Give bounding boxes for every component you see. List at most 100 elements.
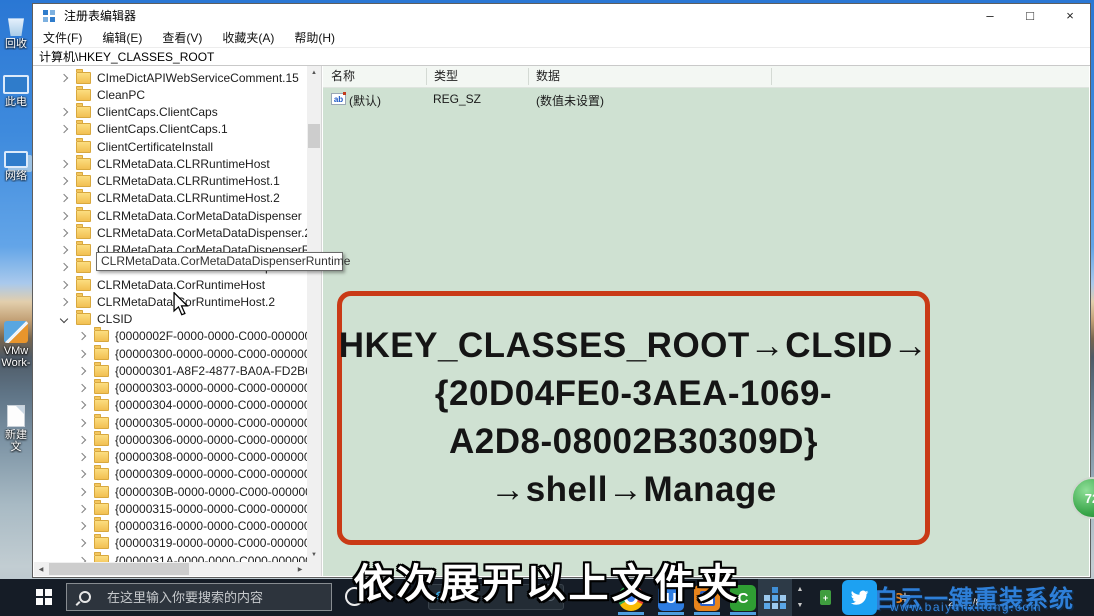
chevron-right-icon[interactable] (60, 229, 68, 237)
tree-item-label: CLRMetaData.CorMetaDataDispenser.2 (97, 226, 307, 240)
chevron-right-icon[interactable] (78, 539, 86, 547)
tree-item[interactable]: ClientCaps.ClientCaps (34, 104, 307, 121)
chevron-right-icon[interactable] (60, 263, 68, 271)
close-button[interactable]: × (1050, 4, 1090, 27)
menu-item-1[interactable]: 编辑(E) (102, 29, 142, 46)
menu-item-4[interactable]: 帮助(H) (294, 29, 335, 46)
column-divider[interactable] (426, 68, 427, 85)
chevron-right-icon[interactable] (78, 522, 86, 530)
tree-item[interactable]: {00000305-0000-0000-C000-00000000 (34, 414, 307, 431)
chevron-right-icon[interactable] (78, 332, 86, 340)
folder-icon (94, 486, 109, 498)
menu-item-0[interactable]: 文件(F) (43, 29, 82, 46)
tree-item[interactable]: CLRMetaData.CLRRuntimeHost (34, 155, 307, 172)
callout-line: HKEY_CLASSES_ROOT→CLSID→ (339, 326, 929, 366)
chevron-right-icon[interactable] (78, 384, 86, 392)
tree-item[interactable]: CImeDictAPIWebServiceComment.15 (34, 69, 307, 86)
chevron-right-icon[interactable] (78, 418, 86, 426)
running-app-indicator (658, 612, 684, 615)
folder-icon (76, 313, 91, 325)
scroll-up-icon[interactable]: ▲ (307, 66, 321, 80)
desktop-icon-vmware-workstation[interactable]: VMw Work- (1, 313, 31, 369)
tree-item-label: CLRMetaData.CorMetaDataDispenser (97, 209, 302, 223)
tree-item[interactable]: {00000316-0000-0000-C000-00000000 (34, 518, 307, 535)
tree-item-label: ClientCaps.ClientCaps (97, 105, 218, 119)
maximize-button[interactable]: □ (1010, 4, 1050, 27)
column-data[interactable]: 数据 (528, 66, 771, 87)
folder-icon (76, 279, 91, 291)
tree-item[interactable]: CLRMetaData.CorRuntimeHost.2 (34, 293, 307, 310)
menu-item-2[interactable]: 查看(V) (162, 29, 202, 46)
chevron-right-icon[interactable] (78, 401, 86, 409)
chevron-down-icon[interactable] (60, 315, 68, 323)
folder-icon (94, 503, 109, 515)
tree-item-label: {00000306-0000-0000-C000-00000000 (115, 433, 307, 447)
tree-item[interactable]: {00000319-0000-0000-C000-00000000 (34, 535, 307, 552)
tree-item[interactable]: CLRMetaData.CLRRuntimeHost.2 (34, 190, 307, 207)
folder-icon (94, 451, 109, 463)
chevron-right-icon[interactable] (60, 73, 68, 81)
chevron-right-icon[interactable] (78, 436, 86, 444)
vertical-scroll-thumb[interactable] (308, 124, 320, 148)
chevron-right-icon[interactable] (78, 505, 86, 513)
chevron-right-icon[interactable] (60, 211, 68, 219)
tree-item[interactable]: {00000306-0000-0000-C000-00000000 (34, 431, 307, 448)
chevron-right-icon[interactable] (78, 453, 86, 461)
chevron-right-icon[interactable] (60, 194, 68, 202)
tree-item[interactable]: ClientCaps.ClientCaps.1 (34, 121, 307, 138)
tree-item-label: {00000304-0000-0000-C000-00000000 (115, 398, 307, 412)
chevron-right-icon[interactable] (60, 298, 68, 306)
tree-item[interactable]: ClientCertificateInstall (34, 138, 307, 155)
value-row[interactable]: ab (默认) REG_SZ (数值未设置) (323, 91, 1089, 109)
chevron-right-icon[interactable] (60, 108, 68, 116)
folder-icon (76, 210, 91, 222)
tree-item[interactable]: {00000301-A8F2-4877-BA0A-FD2B6645 (34, 362, 307, 379)
desktop-icon-new-document[interactable]: 新建文 (1, 397, 31, 453)
chevron-right-icon[interactable] (78, 487, 86, 495)
tree-item[interactable]: CLRMetaData.CorMetaDataDispenser (34, 207, 307, 224)
tree-item[interactable]: {00000308-0000-0000-C000-00000000 (34, 449, 307, 466)
tree-item[interactable]: {0000002F-0000-0000-C000-000000000 (34, 328, 307, 345)
folder-icon (94, 417, 109, 429)
column-name[interactable]: 名称 (323, 66, 426, 87)
tree-item[interactable]: CLRMetaData.CorMetaDataDispenser.2 (34, 224, 307, 241)
tree-item-label: {00000316-0000-0000-C000-00000000 (115, 519, 307, 533)
tree-item[interactable]: {00000309-0000-0000-C000-00000000 (34, 466, 307, 483)
chevron-right-icon[interactable] (78, 470, 86, 478)
menu-item-3[interactable]: 收藏夹(A) (222, 29, 274, 46)
folder-icon (94, 382, 109, 394)
chevron-right-icon[interactable] (60, 246, 68, 254)
chevron-right-icon[interactable] (60, 177, 68, 185)
chevron-right-icon[interactable] (60, 280, 68, 288)
column-type[interactable]: 类型 (426, 66, 528, 87)
folder-icon (94, 348, 109, 360)
chevron-right-icon[interactable] (78, 367, 86, 375)
tree-item[interactable]: CLSID (34, 311, 307, 328)
column-divider[interactable] (528, 68, 529, 85)
chevron-right-icon[interactable] (60, 125, 68, 133)
address-bar[interactable]: 计算机\HKEY_CLASSES_ROOT (33, 47, 1090, 66)
desktop-icon-label: VMw Work- (1, 345, 31, 369)
tree-vertical-scrollbar[interactable]: ▲ ▼ (307, 66, 321, 562)
tree-item[interactable]: {00000303-0000-0000-C000-00000000 (34, 380, 307, 397)
desktop-icon-label: 新建文 (1, 429, 31, 453)
desktop-icon-network[interactable]: 网络 (1, 138, 31, 182)
desktop-icon-this-pc[interactable]: 此电 (1, 64, 31, 108)
tree-item[interactable]: CLRMetaData.CorRuntimeHost (34, 276, 307, 293)
tree-item[interactable]: CleanPC (34, 86, 307, 103)
tree-item[interactable]: {00000304-0000-0000-C000-00000000 (34, 397, 307, 414)
tree-item[interactable]: {0000030B-0000-0000-C000-0000000 (34, 483, 307, 500)
chevron-right-icon[interactable] (60, 160, 68, 168)
tree-item[interactable]: CLRMetaData.CLRRuntimeHost.1 (34, 173, 307, 190)
tree-item[interactable]: {00000300-0000-0000-C000-00000000 (34, 345, 307, 362)
minimize-button[interactable]: – (970, 4, 1010, 27)
tree-item-label: {00000303-0000-0000-C000-00000000 (115, 381, 307, 395)
tree-item[interactable]: {00000315-0000-0000-C000-00000000 (34, 500, 307, 517)
chevron-right-icon[interactable] (78, 349, 86, 357)
video-subtitle: 依次展开以上文件夹 (0, 551, 1094, 609)
callout-line: A2D8-08002B30309D} (449, 422, 818, 462)
folder-icon (94, 434, 109, 446)
window-title: 注册表编辑器 (64, 7, 136, 24)
column-divider[interactable] (771, 68, 772, 85)
desktop-icon-recycle-bin[interactable]: 回收 (1, 6, 31, 50)
